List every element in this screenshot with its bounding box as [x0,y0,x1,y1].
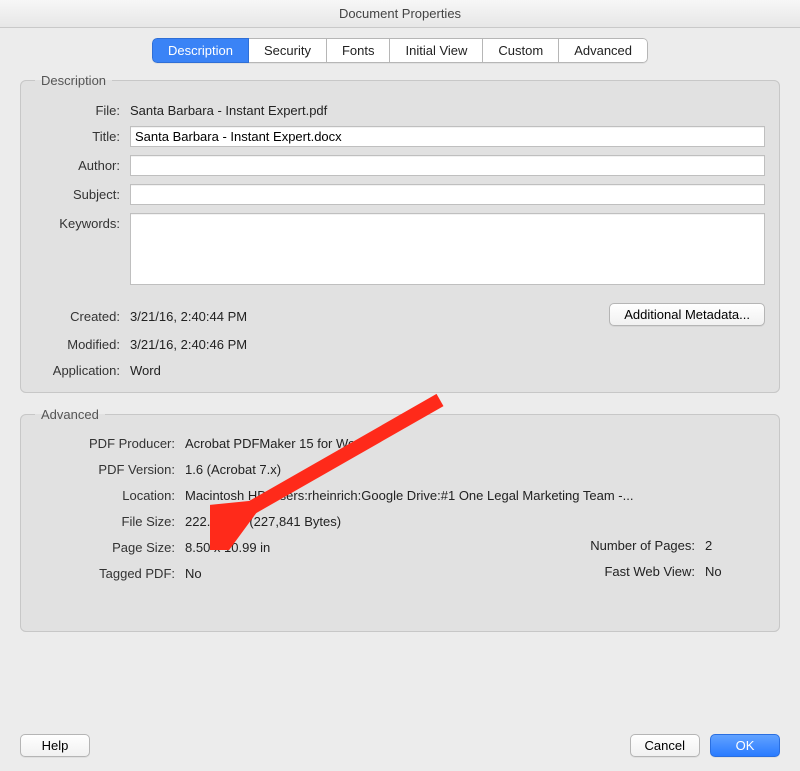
document-properties-dialog: Document Properties DescriptionSecurityF… [0,0,800,771]
subject-label: Subject: [35,184,130,202]
num-pages-label: Number of Pages: [545,538,705,555]
created-label: Created: [35,306,130,324]
tab-initial-view[interactable]: Initial View [390,38,483,63]
modified-value: 3/21/16, 2:40:46 PM [130,334,765,352]
created-value: 3/21/16, 2:40:44 PM [130,306,609,324]
description-group: Description File: Santa Barbara - Instan… [20,73,780,393]
dialog-footer: Help Cancel OK [0,719,800,771]
keywords-textarea[interactable] [130,213,765,285]
tagged-pdf-label: Tagged PDF: [35,564,185,581]
author-label: Author: [35,155,130,173]
file-size-value: 222.50 KB (227,841 Bytes) [185,512,765,529]
description-legend: Description [35,73,112,88]
fast-web-label: Fast Web View: [545,564,705,581]
tagged-pdf-value: No [185,564,545,581]
advanced-group: Advanced PDF Producer: Acrobat PDFMaker … [20,407,780,632]
fast-web-value: No [705,564,765,581]
pdf-version-value: 1.6 (Acrobat 7.x) [185,460,765,477]
application-value: Word [130,360,765,378]
ok-button[interactable]: OK [710,734,780,757]
page-size-label: Page Size: [35,538,185,555]
tab-fonts[interactable]: Fonts [327,38,391,63]
tab-advanced[interactable]: Advanced [559,38,648,63]
location-label: Location: [35,486,185,503]
location-value: Macintosh HD:Users:rheinrich:Google Driv… [185,486,765,503]
title-input[interactable] [130,126,765,147]
application-label: Application: [35,360,130,378]
file-value: Santa Barbara - Instant Expert.pdf [130,100,765,118]
cancel-button[interactable]: Cancel [630,734,700,757]
pdf-version-label: PDF Version: [35,460,185,477]
file-label: File: [35,100,130,118]
tab-description[interactable]: Description [152,38,249,63]
keywords-label: Keywords: [35,213,130,231]
page-size-value: 8.50 x 10.99 in [185,538,545,555]
advanced-legend: Advanced [35,407,105,422]
subject-input[interactable] [130,184,765,205]
additional-metadata-button[interactable]: Additional Metadata... [609,303,765,326]
pdf-producer-value: Acrobat PDFMaker 15 for Word [185,434,765,451]
tab-custom[interactable]: Custom [483,38,559,63]
tab-security[interactable]: Security [249,38,327,63]
modified-label: Modified: [35,334,130,352]
help-button[interactable]: Help [20,734,90,757]
num-pages-value: 2 [705,538,765,555]
pdf-producer-label: PDF Producer: [35,434,185,451]
title-label: Title: [35,126,130,144]
file-size-label: File Size: [35,512,185,529]
tab-bar: DescriptionSecurityFontsInitial ViewCust… [0,28,800,67]
author-input[interactable] [130,155,765,176]
window-title: Document Properties [0,0,800,28]
